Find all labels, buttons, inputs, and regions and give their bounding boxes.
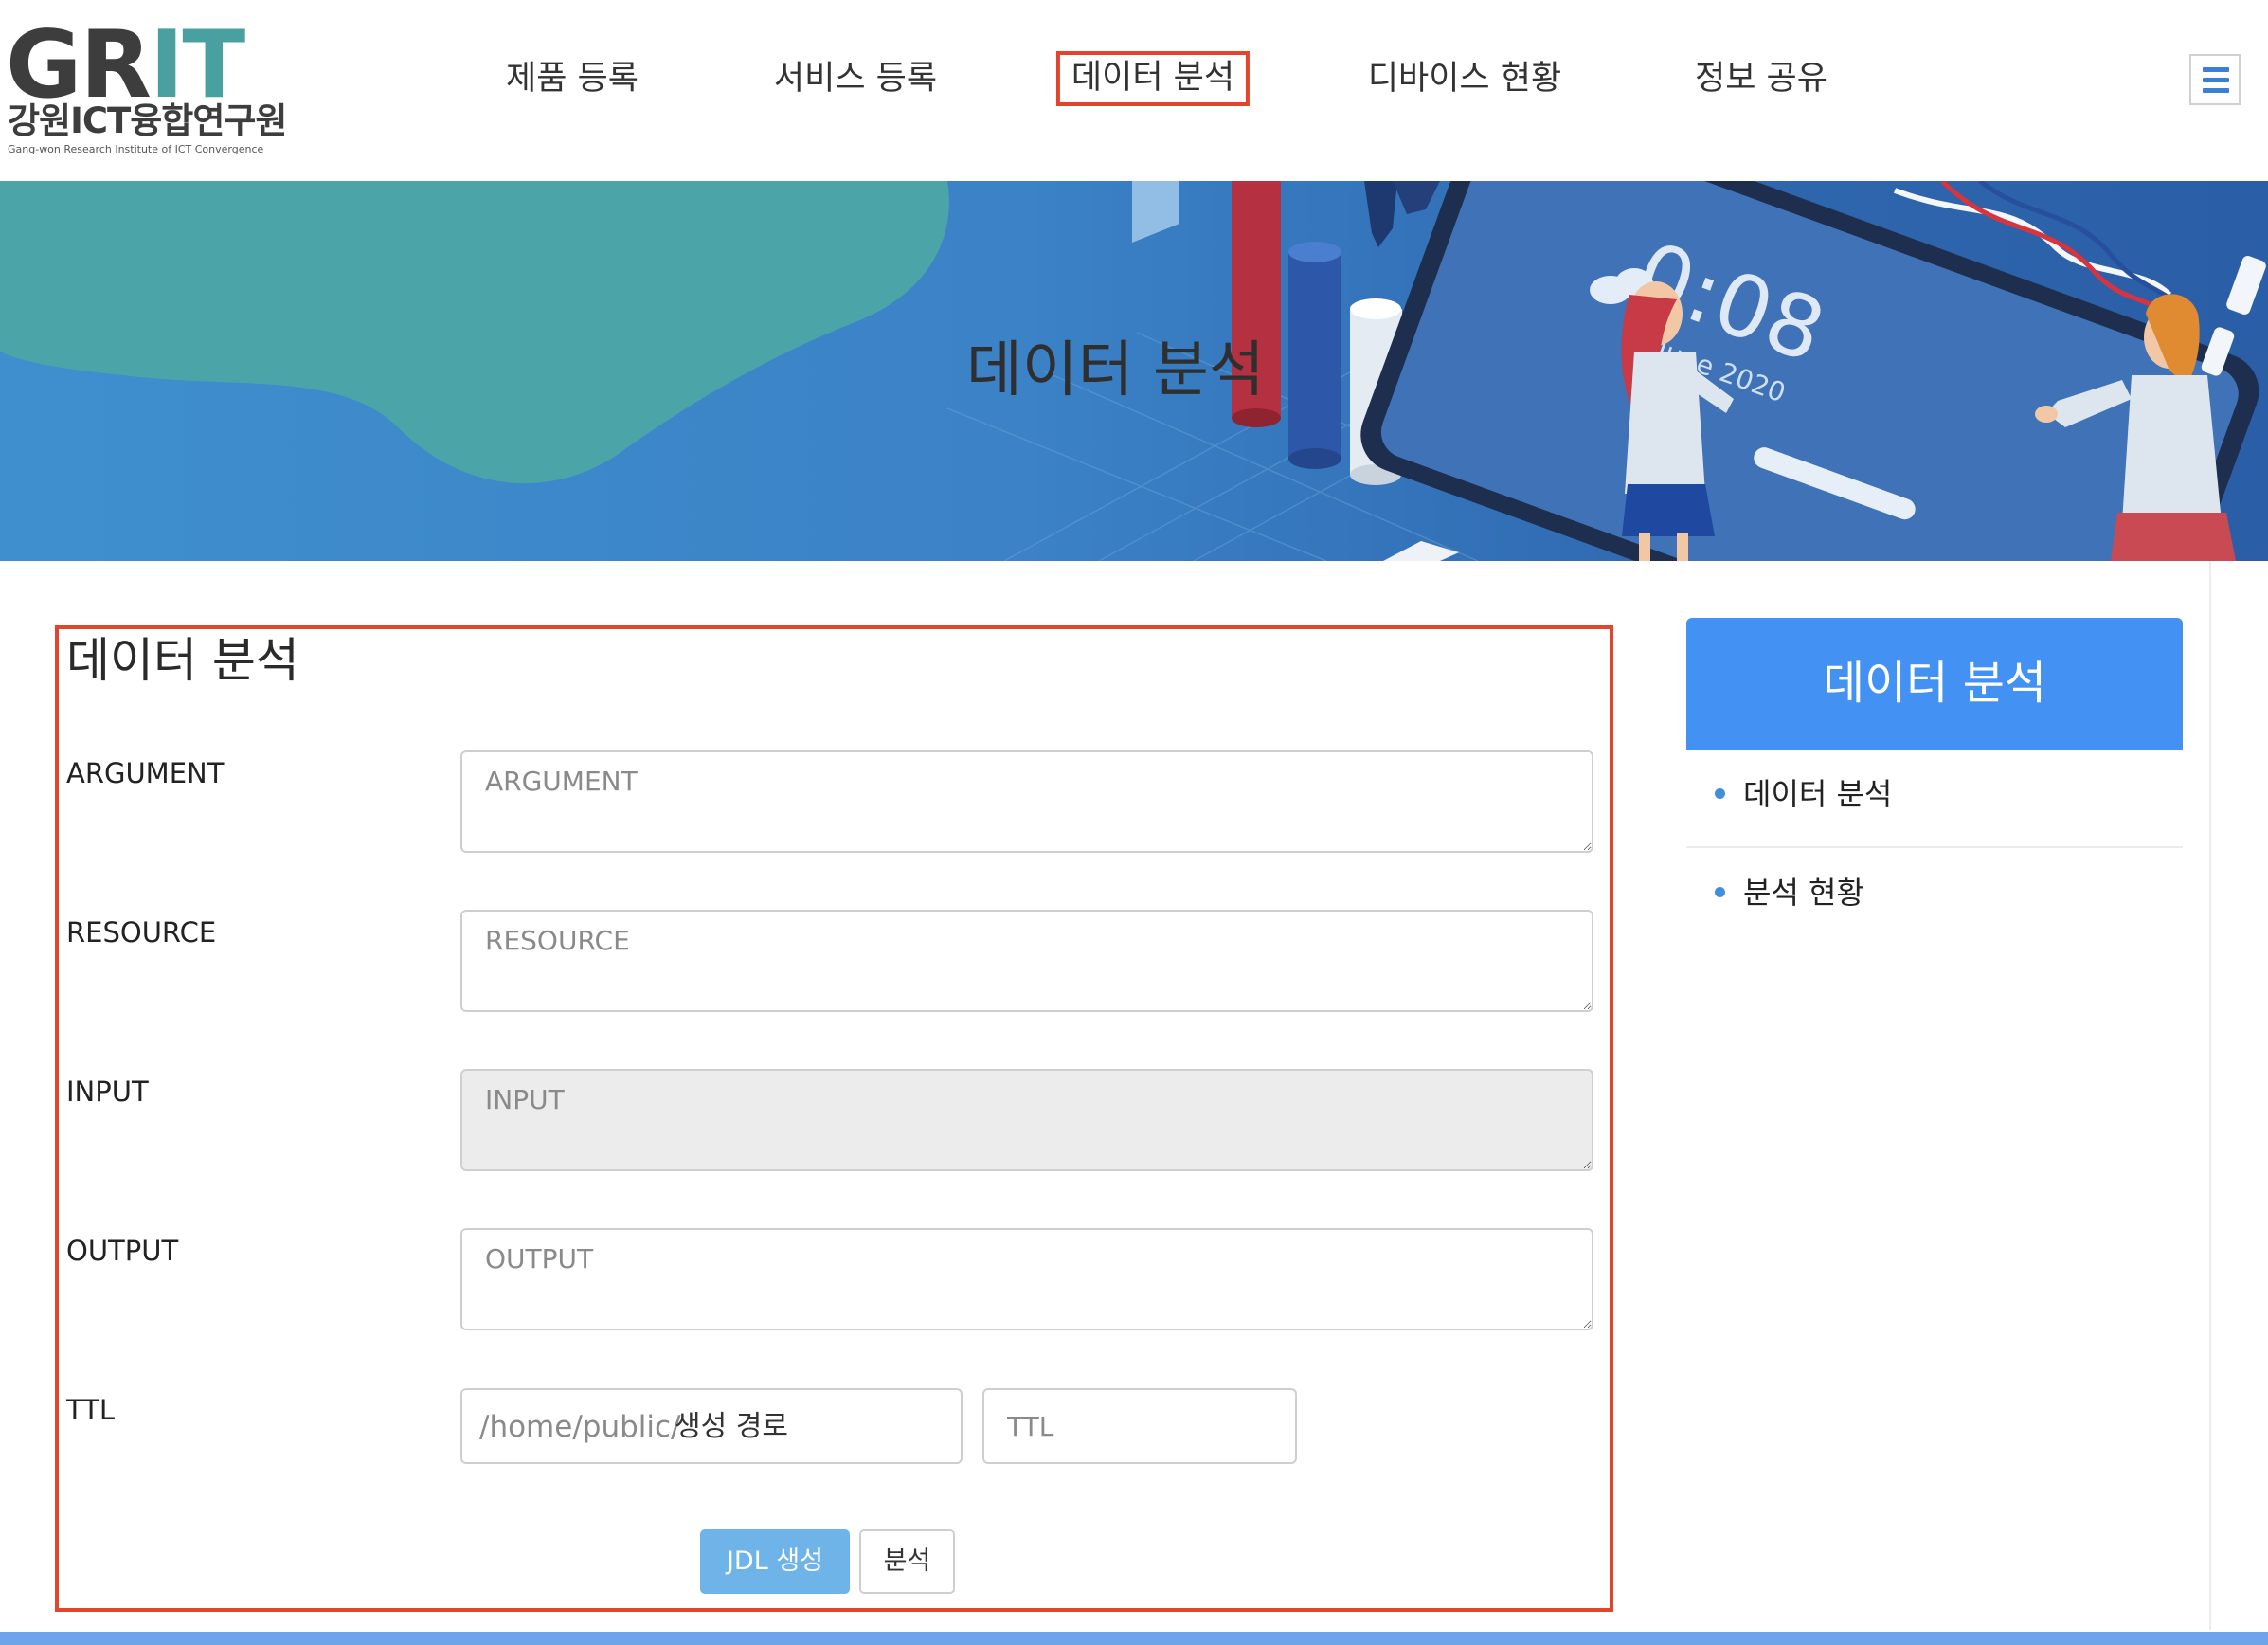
logo-wordmark: GRIT bbox=[6, 11, 245, 119]
ttl-label: TTL bbox=[66, 1394, 116, 1426]
generation-path-group: /home/public/ bbox=[460, 1388, 963, 1464]
generation-path-input[interactable] bbox=[671, 1400, 953, 1453]
hamburger-menu-button[interactable] bbox=[2189, 54, 2241, 105]
data-analysis-form: 데이터 분석 ARGUMENT RESOURCE INPUT OUTPUT TT… bbox=[55, 625, 1613, 1612]
nav-item-data-analysis[interactable]: 데이터 분석 bbox=[1055, 51, 1251, 106]
sidebar-item-analysis-status[interactable]: 분석 현황 bbox=[1686, 848, 2183, 945]
content-divider bbox=[2209, 561, 2211, 1630]
output-label: OUTPUT bbox=[66, 1235, 179, 1267]
grit-logo[interactable]: GRIT 강원ICT융합연구원 Gang-won Research Instit… bbox=[6, 11, 287, 161]
resource-label: RESOURCE bbox=[66, 916, 217, 949]
site-header: GRIT 강원ICT융합연구원 Gang-won Research Instit… bbox=[0, 0, 2268, 182]
footer-bar bbox=[0, 1632, 2268, 1645]
sidebar-item-label: 데이터 분석 bbox=[1743, 776, 1893, 812]
path-prefix: /home/public/ bbox=[479, 1410, 681, 1444]
sidebar-item-label: 분석 현황 bbox=[1743, 875, 1864, 911]
output-textarea[interactable] bbox=[460, 1228, 1593, 1330]
nav-item-info-share[interactable]: 정보 공유 bbox=[1695, 55, 1827, 102]
input-label: INPUT bbox=[66, 1076, 149, 1108]
logo-english-name: Gang-won Research Institute of ICT Conve… bbox=[8, 143, 264, 155]
ttl-input[interactable] bbox=[982, 1388, 1297, 1464]
nav-item-service-register[interactable]: 서비스 등록 bbox=[774, 55, 937, 102]
logo-korean-name: 강원ICT융합연구원 bbox=[8, 100, 287, 141]
argument-label: ARGUMENT bbox=[66, 757, 225, 789]
page-banner: 0:08 2 June 2020 데이터 분석 bbox=[0, 181, 2268, 561]
bullet-icon bbox=[1715, 887, 1725, 897]
nav-item-product-register[interactable]: 제품 등록 bbox=[506, 55, 639, 102]
banner-title: 데이터 분석 bbox=[966, 335, 1265, 406]
sidebar-item-data-analysis[interactable]: 데이터 분석 bbox=[1686, 750, 2183, 848]
jdl-generate-button[interactable]: JDL 생성 bbox=[700, 1529, 850, 1594]
sidebar: 데이터 분석 데이터 분석 분석 현황 bbox=[1686, 618, 2183, 945]
nav-item-device-status[interactable]: 디바이스 현황 bbox=[1368, 55, 1561, 102]
sidebar-title: 데이터 분석 bbox=[1686, 618, 2183, 750]
input-textarea bbox=[460, 1069, 1593, 1171]
bullet-icon bbox=[1715, 788, 1725, 799]
argument-textarea[interactable] bbox=[460, 750, 1593, 853]
analyze-button[interactable]: 분석 bbox=[859, 1529, 955, 1594]
form-title: 데이터 분석 bbox=[66, 633, 299, 688]
resource-textarea[interactable] bbox=[460, 910, 1593, 1012]
